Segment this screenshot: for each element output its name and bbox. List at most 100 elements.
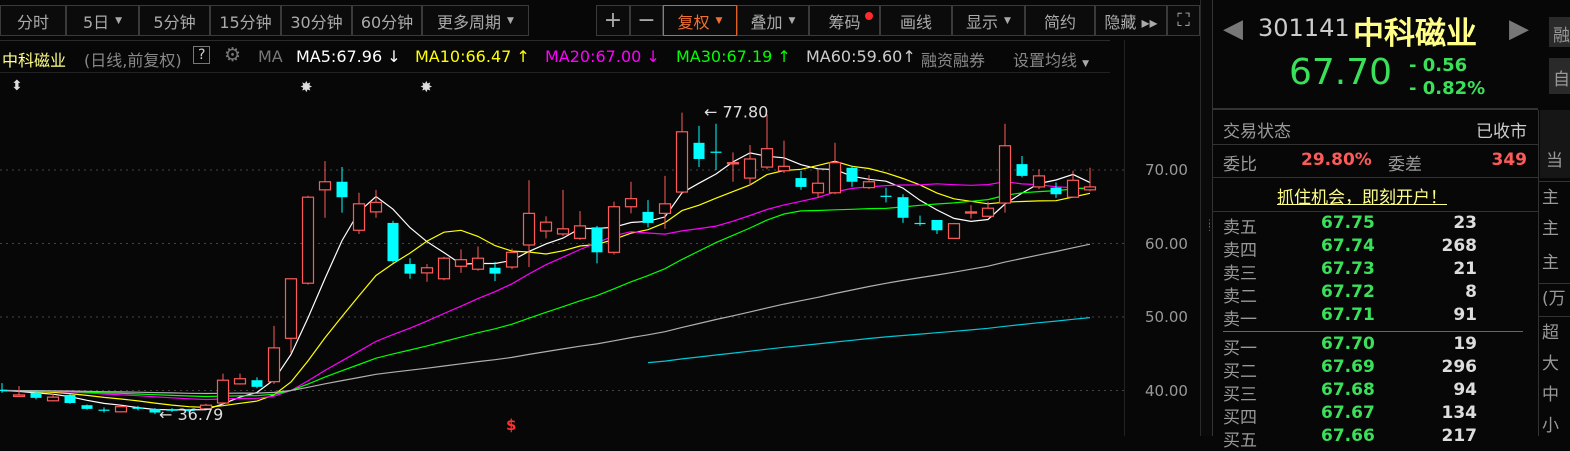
- price-change-pct: - 0.82%: [1409, 78, 1486, 99]
- side-row: 主: [1542, 253, 1559, 273]
- price-change: - 0.56: [1409, 55, 1468, 76]
- level-volume: 91: [1453, 305, 1477, 325]
- candle-body: [591, 227, 603, 253]
- divider: [1538, 181, 1570, 182]
- candle-body: [846, 167, 858, 182]
- ma120-line: [647, 317, 1091, 364]
- next-stock-icon[interactable]: ▶: [1509, 14, 1529, 44]
- level-volume: 21: [1453, 259, 1477, 279]
- quote-panel: ◀ 301141 中科磁业 ▶ 67.70 - 0.56 - 0.82% 交易状…: [1212, 0, 1539, 451]
- prev-stock-icon[interactable]: ◀: [1223, 14, 1243, 44]
- order-row[interactable]: 买五 67.66 217: [1223, 426, 1533, 451]
- y-tick-label: 70.00: [1145, 161, 1188, 179]
- candle-body: [981, 207, 995, 217]
- candle-body: [437, 257, 451, 280]
- order-row[interactable]: 买三 67.68 94: [1223, 380, 1533, 405]
- level-label: 卖一: [1223, 310, 1257, 330]
- candle-body: [862, 181, 876, 189]
- candle-body: [1032, 175, 1046, 188]
- order-row[interactable]: 卖四 67.74 268: [1223, 236, 1533, 261]
- candle-body: [114, 406, 128, 413]
- candle-body: [998, 145, 1012, 204]
- candle-body: [743, 158, 757, 179]
- level-volume: 268: [1441, 236, 1478, 256]
- candle-body: [1050, 187, 1062, 195]
- order-row[interactable]: 卖二 67.72 8: [1223, 282, 1533, 307]
- order-row[interactable]: 卖五 67.75 23: [1223, 213, 1533, 238]
- level-label: 卖三: [1223, 264, 1257, 284]
- candle-body: [710, 151, 722, 153]
- candle-body: [284, 278, 298, 339]
- order-row[interactable]: 卖一 67.71 91: [1223, 305, 1533, 330]
- candle-body: [64, 394, 76, 403]
- max-price-label: ← 77.80: [704, 103, 768, 122]
- kline-chart[interactable]: ← 77.80 ← 36.79: [0, 0, 1124, 436]
- y-tick-label: 60.00: [1145, 234, 1188, 253]
- axis-divider: [1124, 40, 1125, 436]
- status-label: 交易状态: [1223, 122, 1291, 142]
- candle-body: [947, 223, 961, 239]
- side-button-2[interactable]: 自: [1549, 58, 1570, 94]
- last-price: 67.70: [1289, 52, 1393, 93]
- candle-body: [964, 211, 978, 214]
- candle-body: [811, 182, 825, 194]
- candle-body: [828, 162, 842, 194]
- trade-status: 已收市: [1476, 122, 1527, 142]
- candle-body: [489, 267, 501, 274]
- divider: [1538, 110, 1539, 436]
- ma5-line: [1, 152, 1091, 411]
- side-row: 小: [1542, 416, 1559, 436]
- level-label: 买二: [1223, 362, 1257, 382]
- level-price: 67.69: [1321, 357, 1375, 377]
- side-row: 超: [1542, 323, 1559, 343]
- candle-body: [404, 264, 416, 274]
- candle-body: [522, 212, 536, 246]
- candle-body: [897, 197, 909, 218]
- candle-body: [132, 407, 144, 409]
- level-price: 67.72: [1321, 282, 1375, 302]
- order-row[interactable]: 卖三 67.73 21: [1223, 259, 1533, 284]
- candle-body: [693, 142, 705, 159]
- ma60-line: [1, 243, 1091, 395]
- candle-body: [607, 206, 621, 253]
- level-volume: 94: [1453, 380, 1477, 400]
- y-tick-label: 40.00: [1145, 381, 1188, 400]
- candle-body: [251, 380, 263, 387]
- candle-body: [352, 203, 366, 231]
- candle-body: [505, 251, 519, 268]
- candle-body: [420, 267, 434, 274]
- candle-body: [318, 181, 332, 191]
- order-row[interactable]: 买二 67.69 296: [1223, 357, 1533, 382]
- candle-body: [914, 222, 926, 225]
- order-ratio: 29.80%: [1301, 150, 1372, 170]
- candle-body: [30, 392, 42, 398]
- side-button-1[interactable]: 融: [1549, 17, 1570, 47]
- level-label: 买一: [1223, 339, 1257, 359]
- ratio-label: 委比: [1223, 155, 1257, 175]
- order-diff: 349: [1491, 150, 1528, 170]
- order-row[interactable]: 买一 67.70 19: [1223, 334, 1533, 359]
- level-price: 67.66: [1321, 426, 1375, 446]
- candle-body: [233, 378, 247, 385]
- candle-body: [267, 347, 281, 383]
- candle-body: [98, 409, 110, 411]
- level-volume: 19: [1453, 334, 1477, 354]
- side-row: 主: [1542, 219, 1559, 239]
- open-account-link[interactable]: 抓住机会，即刻开户！: [1277, 183, 1447, 208]
- level-price: 67.74: [1321, 236, 1375, 256]
- level-volume: 23: [1453, 213, 1477, 233]
- candle-body: [216, 379, 230, 404]
- order-row[interactable]: 买四 67.67 134: [1223, 403, 1533, 428]
- candle-body: [387, 222, 399, 262]
- candle-body: [642, 211, 654, 223]
- side-tab[interactable]: 当: [1540, 110, 1570, 178]
- fullscreen-button[interactable]: ⛶: [1167, 5, 1200, 36]
- panel-splitter[interactable]: ⋮ ⋮: [1200, 0, 1214, 436]
- level-label: 买五: [1223, 431, 1257, 451]
- divider: [1213, 108, 1538, 110]
- level-volume: 296: [1441, 357, 1478, 377]
- divider: [1213, 144, 1538, 145]
- ma20-line: [1, 181, 1091, 401]
- candle-body: [675, 131, 689, 193]
- side-row: 大: [1542, 354, 1559, 374]
